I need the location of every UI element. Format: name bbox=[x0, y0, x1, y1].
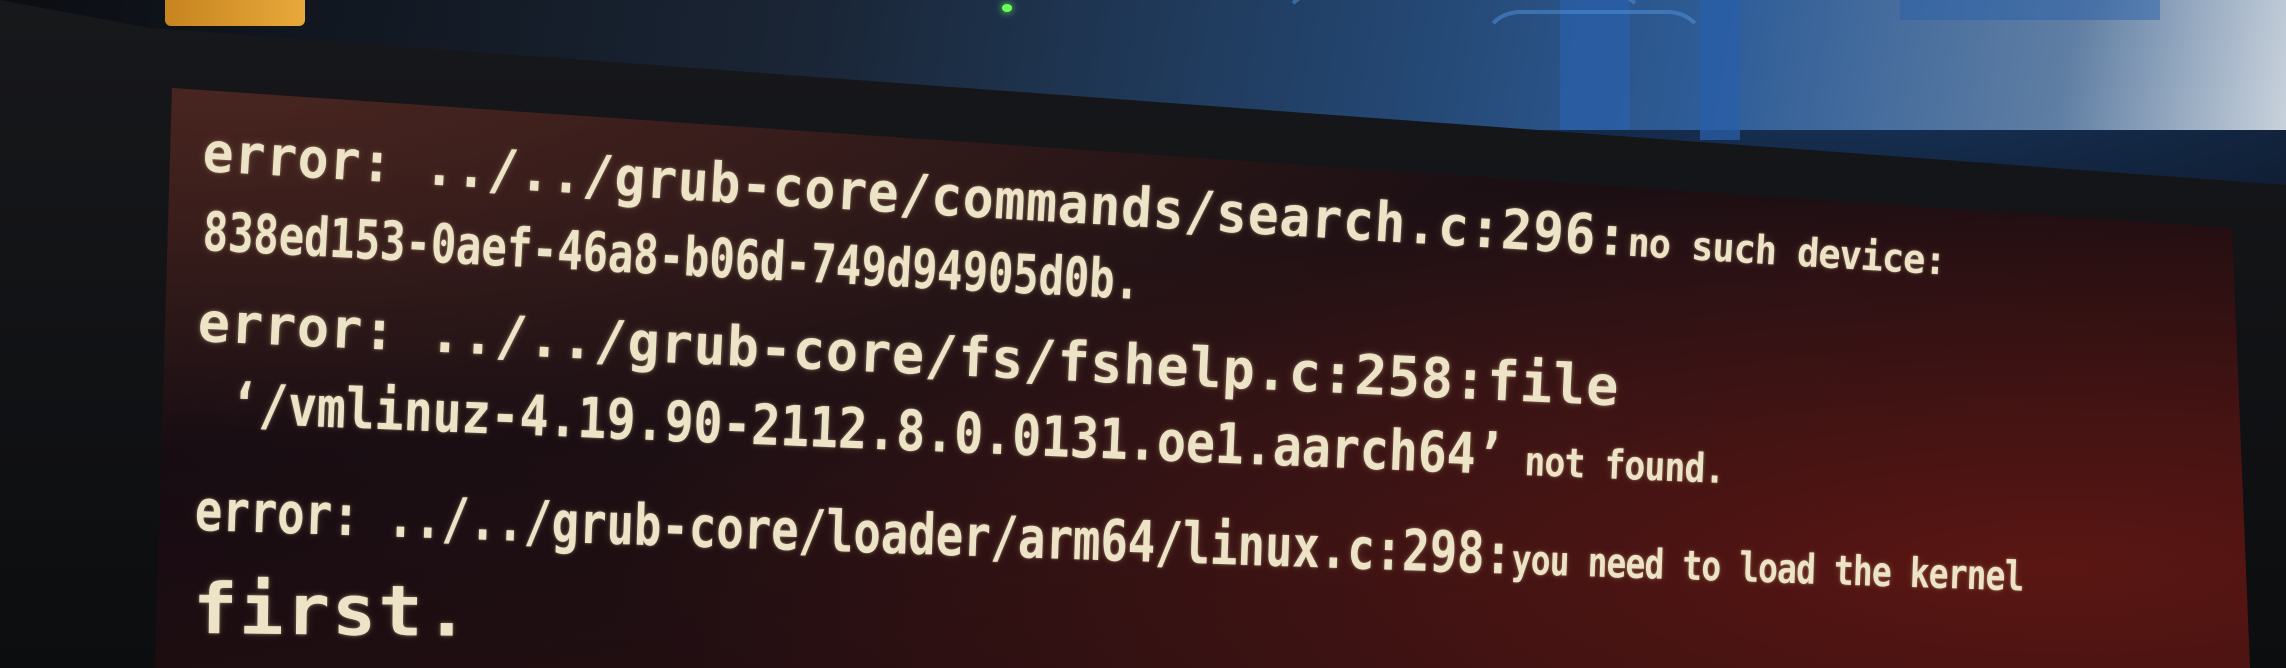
photo-scene: error: ../../grub-core/commands/search.c… bbox=[0, 0, 2286, 668]
terminal-line-6: first. bbox=[193, 568, 472, 653]
status-led-icon bbox=[1002, 4, 1012, 12]
line-6-text: first. bbox=[192, 568, 472, 653]
orange-label-sticker bbox=[165, 0, 305, 26]
line-5-tail: you need to load the kernel bbox=[1511, 535, 2025, 601]
line-4-tail: not found. bbox=[1503, 437, 1726, 494]
network-cable bbox=[1480, 10, 1708, 98]
rack-rail bbox=[1900, 0, 2160, 20]
line-1-tail: no such device: bbox=[1626, 219, 1948, 285]
